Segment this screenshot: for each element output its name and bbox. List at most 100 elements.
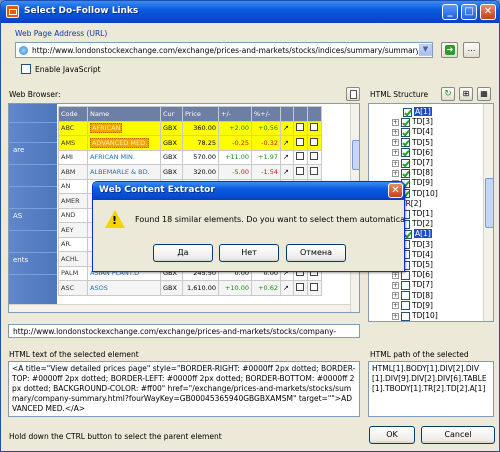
scroll-thumb[interactable] [352, 140, 359, 170]
refresh-tree-button[interactable]: ↻ [441, 87, 455, 101]
view-source-button[interactable] [346, 87, 360, 101]
news-icon[interactable] [310, 137, 318, 146]
yes-button[interactable]: Да [153, 244, 213, 262]
tree-node-checkbox[interactable] [403, 107, 412, 117]
column-header[interactable] [307, 106, 322, 122]
column-header[interactable] [293, 106, 308, 122]
scroll-thumb[interactable] [485, 178, 493, 228]
url-field[interactable]: http://www.londonstockexchange.com/excha… [15, 42, 433, 58]
selected-element[interactable]: ADVANCED MED. [90, 137, 150, 148]
column-header[interactable]: Price [182, 106, 219, 122]
add-cell[interactable] [293, 120, 308, 136]
dropdown-arrow-icon[interactable]: ▼ [419, 44, 432, 56]
tree-node-checkbox[interactable] [401, 127, 410, 137]
selected-element[interactable]: AFRICAN [90, 123, 123, 134]
nav-text[interactable]: AS [13, 212, 22, 220]
chart-icon[interactable]: ↗ [283, 153, 291, 161]
news-icon[interactable] [310, 152, 318, 161]
close-button[interactable]: ✕ [480, 4, 496, 20]
news-cell[interactable] [307, 280, 322, 296]
news-icon[interactable] [310, 123, 318, 132]
table-row[interactable]: ABC AFRICAN GBX 360.00 +2.00 +0.56 ↗ [58, 120, 322, 136]
expand-icon[interactable]: + [392, 302, 399, 310]
add-cell[interactable] [293, 135, 308, 151]
expand-icon[interactable]: + [392, 128, 399, 136]
tree-scrollbar[interactable] [483, 104, 493, 321]
table-row[interactable]: AMS ADVANCED MED. GBX 78.25 -0.25 -0.32 ↗ [58, 135, 322, 151]
go-button[interactable]: ➜ [441, 42, 458, 58]
dialog-title-bar[interactable]: Web Content Extractor ✕ [93, 182, 404, 200]
tree-node-checkbox[interactable] [401, 148, 410, 158]
cancel-button[interactable]: Cancel [421, 426, 495, 444]
chart-cell[interactable]: ↗ [280, 149, 294, 165]
stock-name-link[interactable]: ASOS [87, 280, 161, 296]
no-button[interactable]: Нет [219, 244, 279, 262]
column-header[interactable]: %+/- [251, 106, 281, 122]
enable-javascript-checkbox[interactable] [21, 64, 31, 74]
expand-icon[interactable]: + [392, 292, 399, 300]
ok-button[interactable]: OK [369, 426, 415, 444]
expand-icon[interactable]: + [392, 271, 399, 279]
column-header[interactable]: Name [87, 106, 161, 122]
table-row[interactable]: ASC ASOS GBX 1,610.00 +10.00 +0.62 ↗ [58, 280, 322, 296]
news-icon[interactable] [310, 166, 318, 175]
chart-icon[interactable]: ↗ [283, 124, 291, 132]
tree-node-checkbox[interactable] [401, 158, 410, 168]
add-cell[interactable] [293, 280, 308, 296]
expand-icon[interactable]: + [392, 139, 399, 147]
news-cell[interactable] [307, 164, 322, 180]
tree-options-button[interactable]: ▦ [477, 87, 491, 101]
column-header[interactable]: Code [58, 106, 88, 122]
tree-node-checkbox[interactable] [401, 301, 410, 311]
chart-icon[interactable]: ↗ [283, 168, 291, 176]
tree-node-checkbox[interactable] [401, 138, 410, 148]
expand-icon[interactable]: + [392, 149, 399, 157]
browser-horizontal-scrollbar[interactable] [9, 304, 350, 312]
column-header[interactable] [280, 106, 294, 122]
dialog-close-button[interactable]: ✕ [388, 183, 403, 198]
table-row[interactable]: ABM ALBEMARLE & BD. GBX 320.00 -5.00 -1.54 ↗ [58, 164, 322, 180]
html-text-box[interactable]: <A title="View detailed prices page" sty… [8, 361, 360, 417]
add-cell[interactable] [293, 149, 308, 165]
add-icon[interactable] [296, 152, 304, 161]
table-row[interactable]: AMI AFRICAN MIN. GBX 570.00 +11.00 +1.97 ↗ [58, 149, 322, 165]
column-header[interactable]: Cur [160, 106, 183, 122]
browse-button[interactable]: … [463, 42, 480, 58]
html-path-box[interactable]: HTML[1].BODY[1].DIV[2].DIV[1].DIV[9].DIV… [368, 361, 494, 417]
chart-icon[interactable]: ↗ [283, 284, 291, 292]
add-icon[interactable] [296, 123, 304, 132]
news-icon[interactable] [310, 282, 318, 291]
nav-text[interactable]: ents [13, 256, 28, 264]
news-cell[interactable] [307, 120, 322, 136]
tree-node[interactable]: + TD[10] [392, 310, 438, 321]
news-cell[interactable] [307, 135, 322, 151]
stock-name-link[interactable]: ALBEMARLE & BD. [87, 164, 161, 180]
chart-cell[interactable]: ↗ [280, 164, 294, 180]
news-cell[interactable] [307, 149, 322, 165]
chart-cell[interactable]: ↗ [280, 135, 294, 151]
dialog-cancel-button[interactable]: Отмена [286, 244, 346, 262]
tree-node-checkbox[interactable] [401, 311, 410, 321]
expand-icon[interactable]: + [392, 312, 399, 320]
minimize-button[interactable]: _ [442, 4, 458, 20]
add-icon[interactable] [296, 282, 304, 291]
expand-icon[interactable]: + [392, 281, 399, 289]
stock-name-link[interactable]: AFRICAN MIN. [87, 149, 161, 165]
add-icon[interactable] [296, 137, 304, 146]
stock-name-link[interactable]: ADVANCED MED. [87, 135, 161, 151]
maximize-button[interactable]: □ [461, 4, 477, 20]
tree-node-checkbox[interactable] [401, 168, 410, 178]
chart-cell[interactable]: ↗ [280, 120, 294, 136]
column-header[interactable]: +/- [218, 106, 252, 122]
tree-node-checkbox[interactable] [401, 270, 410, 280]
tree-node-checkbox[interactable] [401, 280, 410, 290]
chart-cell[interactable]: ↗ [280, 280, 294, 296]
title-bar[interactable]: Select Do-Follow Links _ □ ✕ [1, 1, 499, 23]
add-cell[interactable] [293, 164, 308, 180]
expand-icon[interactable]: + [392, 169, 399, 177]
nav-text[interactable]: are [13, 146, 24, 154]
expand-tree-button[interactable]: ⊞ [459, 87, 473, 101]
tree-node-checkbox[interactable] [401, 291, 410, 301]
stock-name-link[interactable]: AFRICAN [87, 120, 161, 136]
expand-icon[interactable]: + [392, 118, 399, 126]
